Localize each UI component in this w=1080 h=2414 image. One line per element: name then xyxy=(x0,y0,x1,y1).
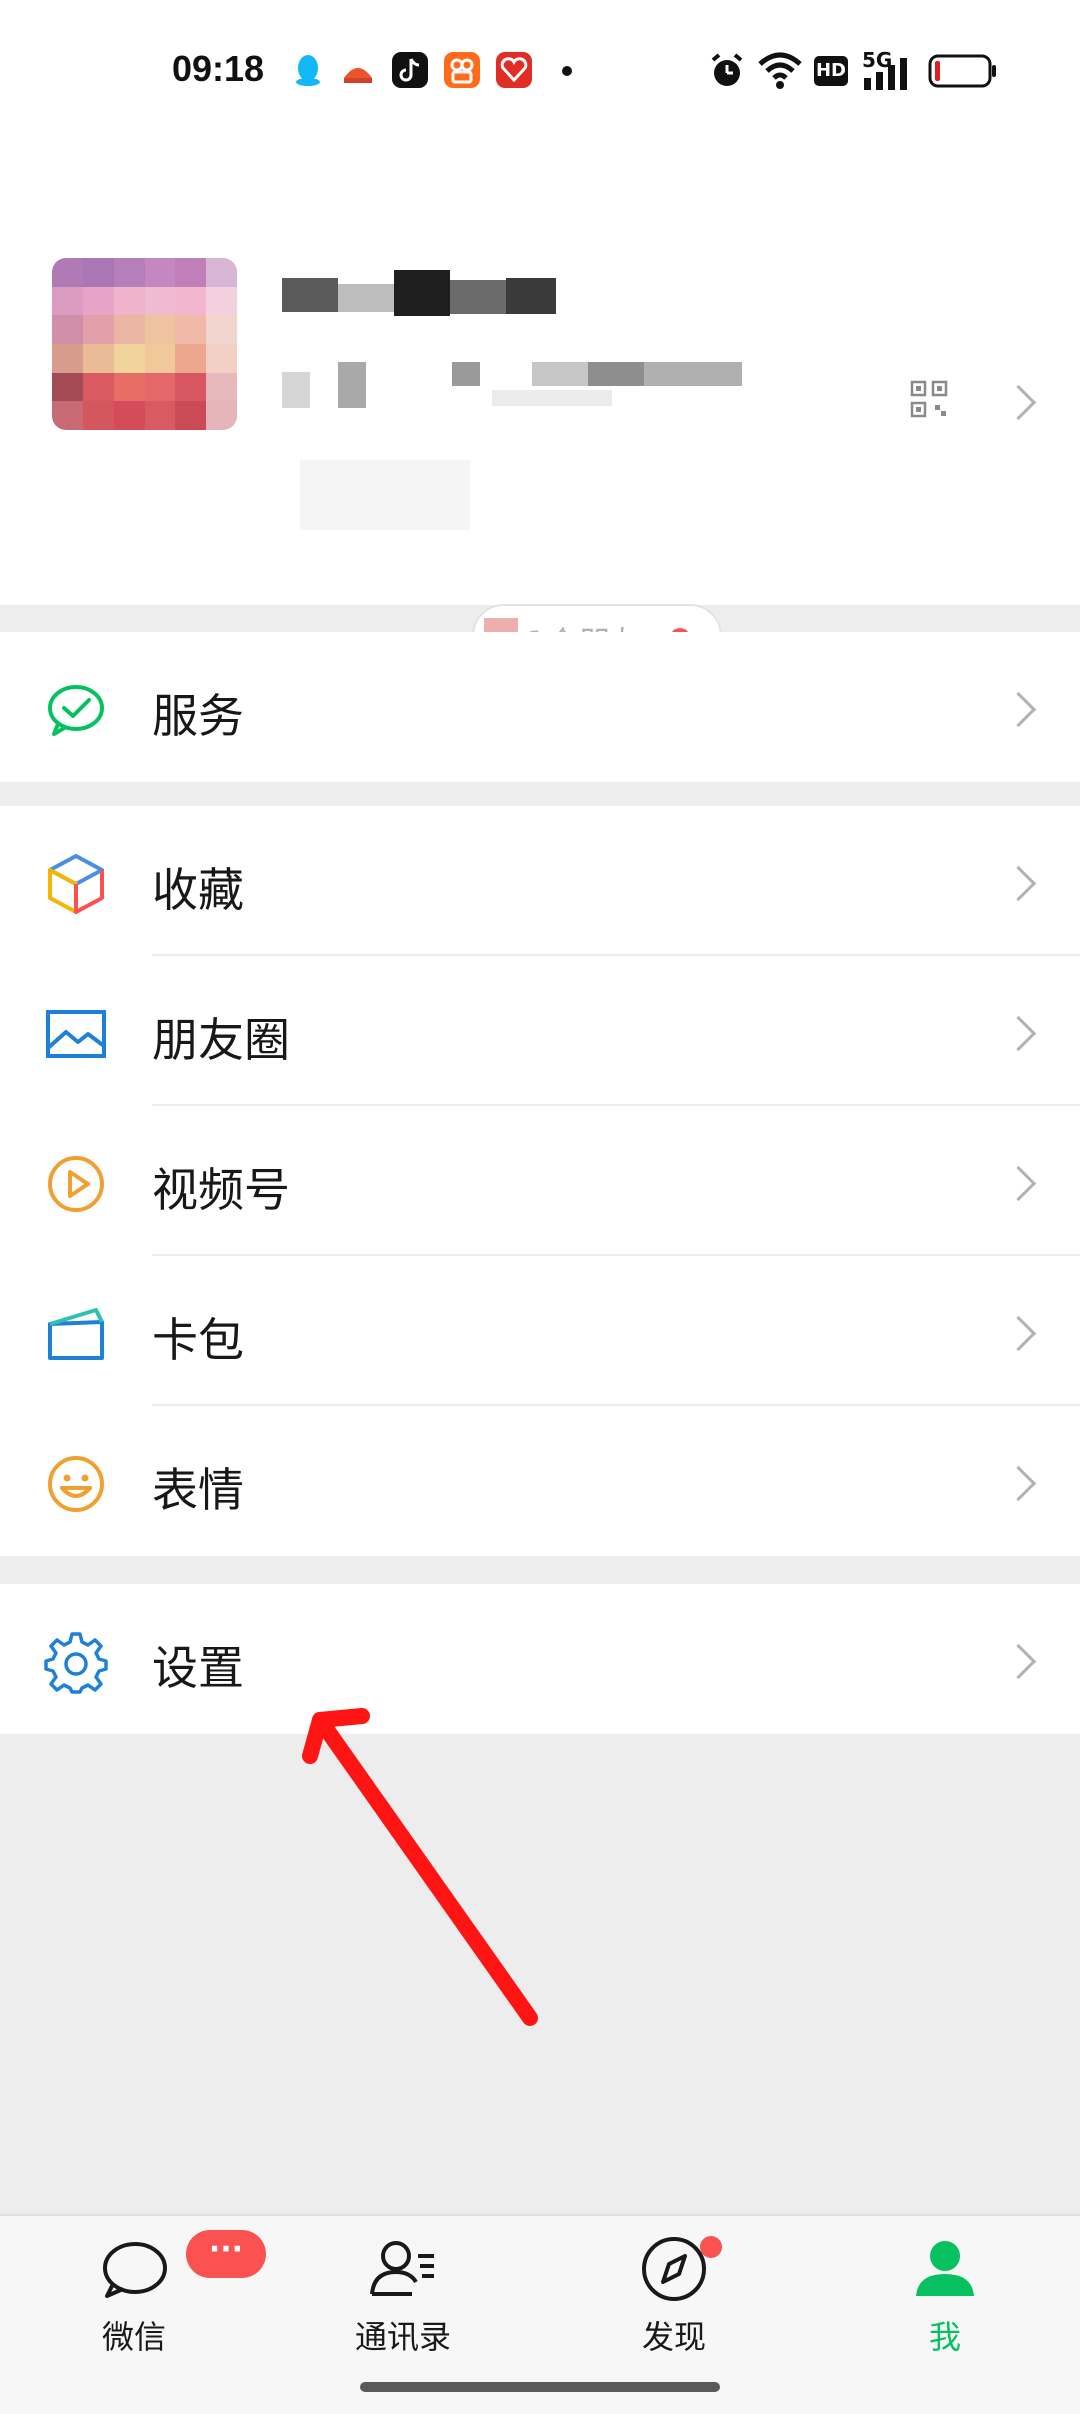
compass-icon xyxy=(642,2237,706,2301)
tab-chats[interactable]: ··· 微信 xyxy=(34,2216,266,2414)
tab-label-contacts: 通讯录 xyxy=(354,2318,451,2356)
annotation-arrow xyxy=(302,1708,538,2026)
tab-label-me: 我 xyxy=(928,2318,961,2356)
contacts-icon xyxy=(370,2241,434,2296)
home-indicator[interactable] xyxy=(360,2382,720,2392)
tab-me[interactable]: 我 xyxy=(845,2216,1045,2414)
chat-bubble-icon xyxy=(103,2242,167,2298)
unread-badge: ··· xyxy=(186,2230,266,2278)
tab-label-discover: 发现 xyxy=(641,2318,706,2356)
tab-label-chats: 微信 xyxy=(101,2318,166,2356)
discover-red-dot xyxy=(700,2236,722,2258)
person-icon xyxy=(916,2241,974,2296)
